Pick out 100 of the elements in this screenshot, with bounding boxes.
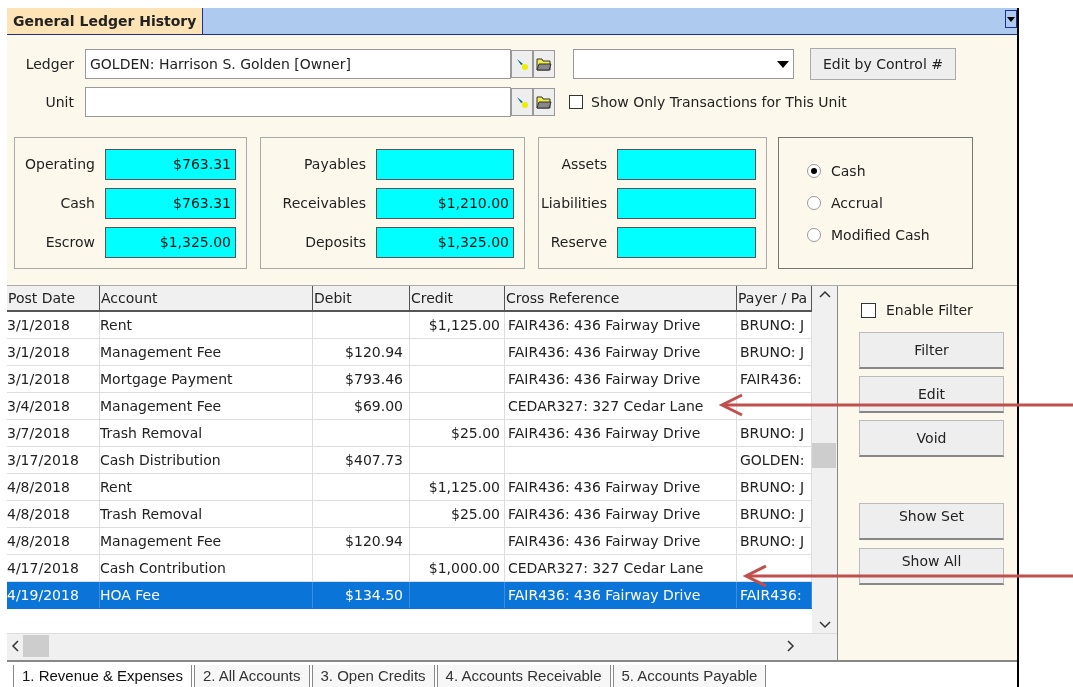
table-row[interactable]: 3/17/2018 Cash Distribution $407.73 GOLDEN: [7,447,812,474]
edit-by-control-button[interactable]: Edit by Control # [810,48,956,80]
scroll-down-icon[interactable] [818,621,831,629]
table-cell: $69.00 [313,393,410,419]
dropdown-icon[interactable] [1005,10,1017,28]
value-field: $1,210.00 [376,187,514,219]
table-cell: Management Fee [100,528,313,554]
table-cell: FAIR436: 436 Fairway Drive [505,366,737,392]
action-button[interactable]: Show Set [859,503,1004,540]
table-cell: $793.46 [313,366,410,392]
table-cell: CEDAR327: 327 Cedar Lane [505,555,737,581]
table-cell: 3/4/2018 [7,393,100,419]
table-cell: Trash Removal [100,501,313,527]
table-cell: $120.94 [313,528,410,554]
checkbox-label: Show Only Transactions for This Unit [591,92,847,112]
folder-icon[interactable] [533,50,555,78]
table-cell: Management Fee [100,393,313,419]
table-cell: FAIR436: 436 Fairway Drive [505,528,737,554]
value-field: $1,325.00 [376,226,514,258]
scroll-right-icon[interactable] [787,639,795,652]
table-row[interactable]: 4/8/2018 Rent $1,125.00 FAIR436: 436 Fairway Drive BRUNO: J [7,474,812,501]
value-field: $763.31 [105,148,236,180]
table-row[interactable]: 4/19/2018 HOA Fee $134.50 FAIR436: 436 Fairway Drive FAIR436: [7,582,812,609]
radio-button[interactable] [807,164,821,178]
table-cell: Trash Removal [100,420,313,446]
table-cell: FAIR436: 436 Fairway Drive [505,474,737,500]
field-label: Escrow [44,232,96,252]
scroll-thumb[interactable] [23,634,49,657]
table-cell: 3/1/2018 [7,312,100,338]
sheet-tab[interactable]: 1. Revenue & Expenses [13,665,192,687]
field-label: Receivables [281,193,367,213]
table-row[interactable]: 4/8/2018 Trash Removal $25.00 FAIR436: 436 Fairway Drive BRUNO: J [7,501,812,528]
column-header[interactable]: Cross Reference [505,286,737,310]
field-label: Liabilities [539,193,608,213]
sheet-tab[interactable]: 3. Open Credits [311,665,435,687]
checkbox[interactable] [569,95,583,109]
column-header[interactable]: Debit [313,286,410,310]
scroll-thumb[interactable] [812,443,836,468]
table-cell: HOA Fee [100,582,313,608]
folder-icon[interactable] [533,88,555,116]
value-field: $763.31 [105,187,236,219]
radio-label: Accrual [831,193,883,213]
table-cell: 4/8/2018 [7,474,100,500]
action-button[interactable]: Filter [859,332,1004,369]
checkbox-label: Enable Filter [886,301,973,320]
table-row[interactable]: 3/1/2018 Management Fee $120.94 FAIR436: 436 Fairway Drive BRUNO: J [7,339,812,366]
table-cell: 4/8/2018 [7,501,100,527]
table-row[interactable]: 3/1/2018 Rent $1,125.00 FAIR436: 436 Fairway Drive BRUNO: J [7,312,812,339]
table-row[interactable]: 3/4/2018 Management Fee $69.00 CEDAR327: 327 Cedar Lane [7,393,812,420]
table-cell: Mortgage Payment [100,366,313,392]
table-cell: FAIR436: 436 Fairway Drive [505,339,737,365]
table-cell: Rent [100,474,313,500]
horizontal-scrollbar[interactable] [7,633,837,657]
scroll-left-icon[interactable] [11,639,19,652]
radio-button[interactable] [807,196,821,210]
table-row[interactable]: 3/1/2018 Mortgage Payment $793.46 FAIR436: 436 Fairway Drive FAIR436: [7,366,812,393]
sheet-tab[interactable]: 2. All Accounts [193,665,310,687]
table-cell: Management Fee [100,339,313,365]
value-field: $1,325.00 [105,226,236,258]
input-field[interactable] [85,87,511,117]
window-title: General Ledger History [7,8,204,34]
field-label: Ledger [24,54,75,74]
table-cell: $1,125.00 [410,474,505,500]
table-cell: $1,000.00 [410,555,505,581]
field-label: Unit [44,92,75,112]
table-cell: Rent [100,312,313,338]
table-cell: $120.94 [313,339,410,365]
table-cell: 4/8/2018 [7,528,100,554]
field-label: Cash [59,193,96,213]
action-button[interactable]: Void [859,420,1004,457]
table-cell: 3/7/2018 [7,420,100,446]
dropdown-field[interactable] [573,49,794,79]
column-header[interactable]: Account [100,286,313,310]
table-cell: 4/17/2018 [7,555,100,581]
table-cell: FAIR436: 436 Fairway Drive [505,312,737,338]
column-header[interactable]: Credit [410,286,505,310]
table-cell: FAIR436: 436 Fairway Drive [505,420,737,446]
table-cell: $25.00 [410,501,505,527]
radio-label: Modified Cash [831,225,930,245]
table-cell: $25.00 [410,420,505,446]
table-cell: 3/1/2018 [7,366,100,392]
table-cell: FAIR436: 436 Fairway Drive [505,582,737,608]
input-field[interactable]: GOLDEN: Harrison S. Golden [Owner] [85,49,511,79]
table-cell: $1,125.00 [410,312,505,338]
table-cell: $407.73 [313,447,410,473]
field-label: Assets [560,154,608,174]
table-cell: CEDAR327: 327 Cedar Lane [505,393,737,419]
table-cell: $134.50 [313,582,410,608]
radio-button[interactable] [807,228,821,242]
table-row[interactable]: 4/17/2018 Cash Contribution $1,000.00 CEDAR327: 327 Cedar Lane [7,555,812,582]
checkbox[interactable] [861,303,876,318]
field-label: Operating [24,154,96,174]
scroll-up-icon[interactable] [818,290,831,298]
action-button[interactable]: Show All [859,548,1004,585]
column-header[interactable]: Post Date [7,286,100,310]
sheet-tab[interactable]: 5. Accounts Payable [612,665,767,687]
sheet-tab[interactable]: 4. Accounts Receivable [436,665,611,687]
field-label: Deposits [304,232,367,252]
table-row[interactable]: 3/7/2018 Trash Removal $25.00 FAIR436: 436 Fairway Drive BRUNO: J [7,420,812,447]
table-row[interactable]: 4/8/2018 Management Fee $120.94 FAIR436: 436 Fairway Drive BRUNO: J [7,528,812,555]
